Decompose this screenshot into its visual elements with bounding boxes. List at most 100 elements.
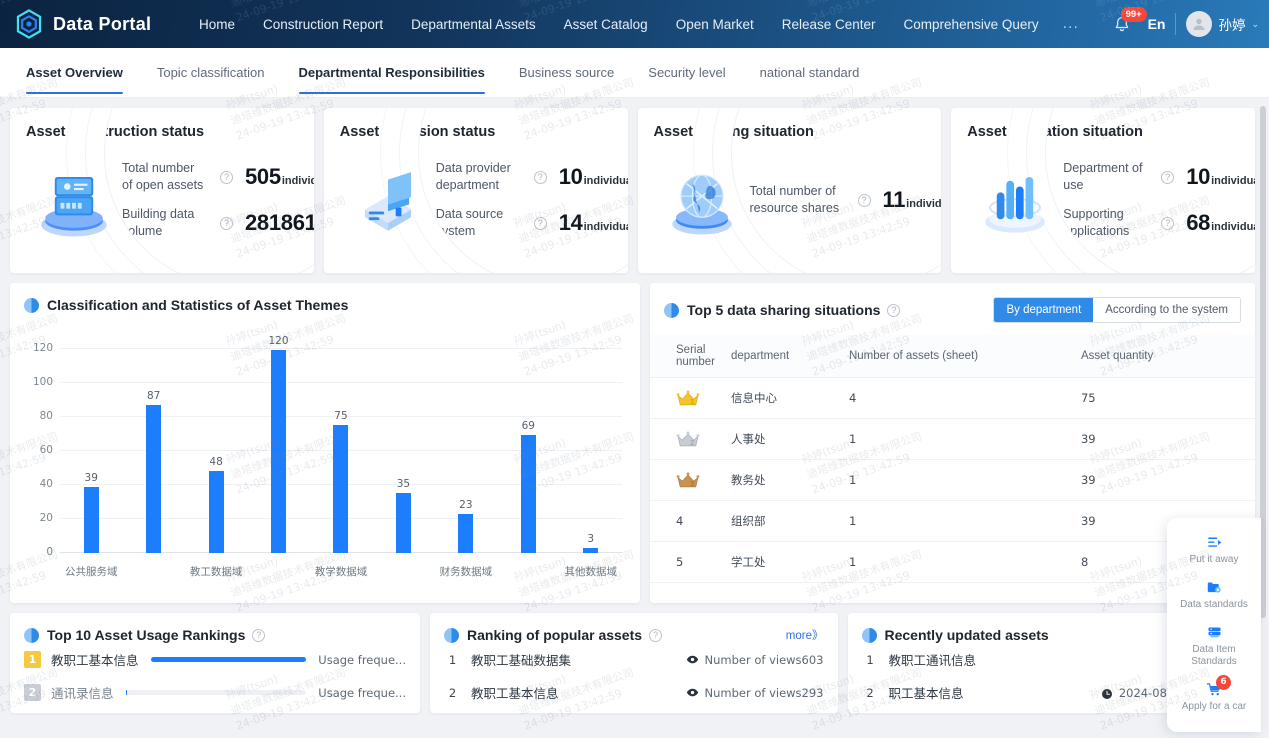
cell-number-of-assets: 1 xyxy=(840,459,1073,501)
chart-y-tick: 60 xyxy=(39,443,53,456)
dock-label: Data standards xyxy=(1180,599,1248,610)
chart-y-tick: 120 xyxy=(32,341,53,354)
header-actions: 99+ En 孙婷 ⌄ xyxy=(1112,7,1269,38)
nav-item-asset-catalog[interactable]: Asset Catalog xyxy=(550,11,662,38)
nav-item-comprehensive-query[interactable]: Comprehensive Query xyxy=(890,11,1053,38)
stat-label: Total number of open assets xyxy=(122,161,204,192)
chart-bar-group[interactable]: 39 xyxy=(60,335,122,553)
dock-item-apply-for-a-car[interactable]: 6 Apply for a car xyxy=(1167,675,1261,720)
asset-name: 教职工通讯信息 xyxy=(888,654,977,668)
cell-department: 教务处 xyxy=(722,459,841,501)
chart-x-tick: 教工数据域 xyxy=(189,566,243,578)
list-item[interactable]: 1 教职工基础数据集 Number of views603 xyxy=(430,643,838,676)
chart-bar[interactable] xyxy=(583,547,599,553)
dock-item-data-item-standards[interactable]: Data Item Standards xyxy=(1167,618,1261,675)
tab-business-source[interactable]: Business source xyxy=(519,51,630,94)
notifications-button[interactable]: 99+ xyxy=(1112,7,1147,38)
chevron-down-icon: ⌄ xyxy=(1251,18,1259,29)
asset-name: 职工基本信息 xyxy=(888,687,964,701)
question-mark-icon[interactable]: ? xyxy=(887,303,901,317)
tab-asset-overview[interactable]: Asset Overview xyxy=(26,51,139,94)
chart-bar[interactable] xyxy=(333,425,349,553)
user-menu[interactable]: 孙婷 ⌄ xyxy=(1186,11,1259,37)
toggle-by-department[interactable]: By department xyxy=(994,298,1094,322)
question-mark-icon[interactable]: ? xyxy=(649,628,663,642)
asset-name: 教职工基本信息 xyxy=(51,654,139,668)
cell-asset-quantity: 75 xyxy=(1072,377,1255,419)
chart-bar[interactable] xyxy=(146,404,162,553)
dock-item-put-it-away[interactable]: Put it away xyxy=(1167,528,1261,573)
nav-item-release-center[interactable]: Release Center xyxy=(768,11,890,38)
question-mark-icon[interactable]: ? xyxy=(857,193,871,207)
rank-badge: 2 xyxy=(24,684,41,701)
folder-box-icon xyxy=(340,152,436,248)
chart-x-tick: 财务数据域 xyxy=(439,566,493,578)
chart-bar-group[interactable]: 23 xyxy=(435,335,497,553)
server-stack-icon xyxy=(26,152,122,248)
bronze-crown-icon: 3 xyxy=(650,459,723,501)
question-mark-icon[interactable]: ? xyxy=(220,216,233,230)
chart-bar-group[interactable]: 120 xyxy=(247,335,309,553)
chart-x-axis-labels: 公共服务域 教工数据域 教学数据域 财务数据域 其他数据域 xyxy=(60,564,622,579)
chart-bar[interactable] xyxy=(395,493,411,553)
panel-bullet-icon xyxy=(664,302,679,318)
chart-bar[interactable] xyxy=(208,471,224,553)
stat-label: Data provider department xyxy=(435,161,511,192)
chart-bar-value: 75 xyxy=(334,410,348,423)
nav-item-home[interactable]: Home xyxy=(185,11,249,38)
table-row[interactable]: 4 组织部 1 39 xyxy=(650,500,1255,542)
more-link[interactable]: more》 xyxy=(786,627,824,643)
chart-bar-group[interactable]: 48 xyxy=(185,335,247,553)
chart-bar-group[interactable]: 87 xyxy=(122,335,184,553)
language-switcher[interactable]: En xyxy=(1148,16,1166,32)
table-row[interactable]: 1 信息中心 4 75 xyxy=(650,377,1255,419)
table-row[interactable]: 2 人事处 1 39 xyxy=(650,418,1255,460)
cell-number-of-assets: 1 xyxy=(840,418,1073,460)
card-title: Asset provision status xyxy=(339,124,496,140)
toggle-according-to-system[interactable]: According to the system xyxy=(1093,298,1240,322)
list-item[interactable]: 2 通讯录信息 Usage freque... xyxy=(10,676,420,709)
tab-national-standard[interactable]: national standard xyxy=(760,51,876,94)
chart-bar[interactable] xyxy=(458,513,474,553)
question-mark-icon[interactable]: ? xyxy=(1161,170,1175,184)
panel-title: Classification and Statistics of Asset T… xyxy=(47,297,349,313)
dock-label: Apply for a car xyxy=(1181,701,1247,712)
tab-departmental-responsibilities[interactable]: Departmental Responsibilities xyxy=(298,51,501,94)
table-row[interactable]: 5 学工处 1 8 xyxy=(650,541,1255,583)
chart-bar[interactable] xyxy=(83,486,99,553)
cell-department: 信息中心 xyxy=(722,377,841,419)
nav-item-construction-report[interactable]: Construction Report xyxy=(249,11,397,38)
tab-security-level[interactable]: Security level xyxy=(648,51,741,94)
list-item[interactable]: 1 教职工基本信息 Usage freque... xyxy=(10,643,420,676)
chart-x-tick xyxy=(497,564,559,579)
chart-bar[interactable] xyxy=(271,350,287,553)
question-mark-icon[interactable]: ? xyxy=(252,628,266,642)
dock-item-data-standards[interactable]: Data standards xyxy=(1167,573,1261,618)
chart-bar-value: 87 xyxy=(146,389,161,402)
dashboard-content: Asset construction status Total number o… xyxy=(0,98,1269,738)
chart-bar-group[interactable]: 3 xyxy=(560,335,622,553)
table-row[interactable]: 3 教务处 1 39 xyxy=(650,459,1255,501)
stat-value: 11 xyxy=(882,187,906,212)
cart-icon xyxy=(1169,680,1259,698)
nav-overflow-button[interactable]: ... xyxy=(1053,15,1089,33)
list-item[interactable]: 2 教职工基本信息 Number of views293 xyxy=(430,676,838,709)
eye-icon xyxy=(686,686,699,699)
panel-bullet-icon xyxy=(24,627,39,643)
chart-bar[interactable] xyxy=(520,435,536,553)
nav-item-departmental-assets[interactable]: Departmental Assets xyxy=(397,11,550,38)
chart-bar-value: 48 xyxy=(209,456,223,469)
question-mark-icon[interactable]: ? xyxy=(533,170,547,184)
nav-item-open-market[interactable]: Open Market xyxy=(662,11,768,38)
panel-bullet-icon xyxy=(444,627,459,643)
question-mark-icon[interactable]: ? xyxy=(533,216,547,230)
asset-name: 教职工基础数据集 xyxy=(471,654,572,668)
chart-bar-group[interactable]: 69 xyxy=(497,335,559,553)
chart-bar-group[interactable]: 35 xyxy=(372,335,434,553)
tab-topic-classification[interactable]: Topic classification xyxy=(157,51,281,94)
question-mark-icon[interactable]: ? xyxy=(1161,216,1175,230)
main-nav: Home Construction Report Departmental As… xyxy=(185,11,1112,38)
brand[interactable]: Data Portal xyxy=(0,7,185,41)
chart-bar-group[interactable]: 75 xyxy=(310,335,372,553)
question-mark-icon[interactable]: ? xyxy=(220,170,233,184)
